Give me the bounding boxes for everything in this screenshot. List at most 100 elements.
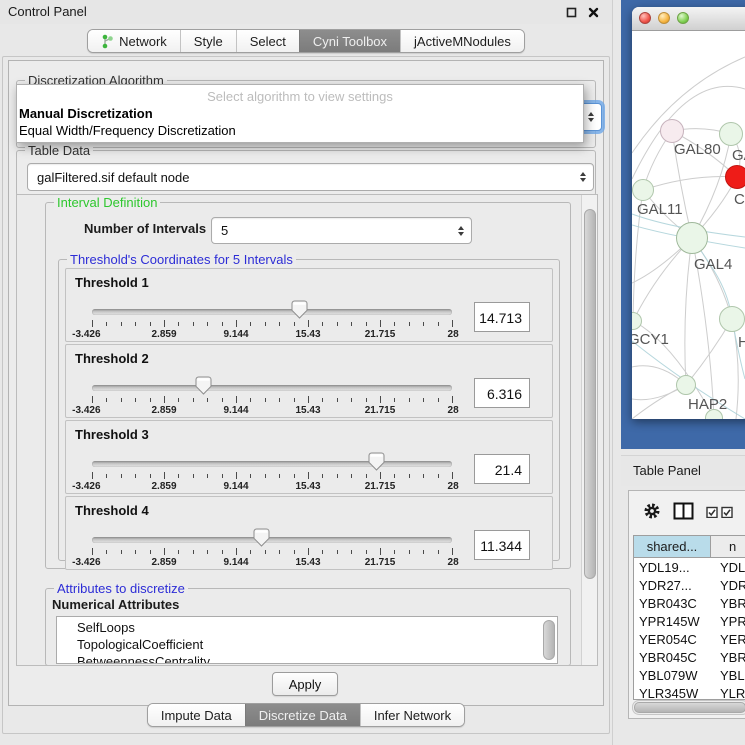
slider-thumb-icon[interactable]: [291, 300, 308, 319]
number-of-intervals-combobox[interactable]: 5: [211, 217, 472, 244]
slider-tick-labels: -3.4262.8599.14415.4321.71528: [92, 405, 452, 417]
column-header-shared-name[interactable]: shared...: [634, 536, 711, 557]
threshold-slider[interactable]: -3.4262.8599.14415.4321.71528: [92, 421, 452, 493]
tab-label: Cyni Toolbox: [313, 34, 387, 49]
table-row[interactable]: YBR045CYBR0: [634, 648, 745, 666]
table-panel: shared... n YDL19...YDL1YDR27...YDR2YBR0…: [628, 490, 745, 719]
bottom-tab-bar: Impute DataDiscretize Data Infer Network: [3, 703, 609, 727]
cell-shared-name[interactable]: YBR045C: [634, 650, 711, 665]
control-panel-titlebar: Control Panel: [0, 0, 612, 24]
cell-name[interactable]: YBL0: [711, 668, 745, 683]
network-node-gal4[interactable]: [676, 222, 708, 254]
apply-button[interactable]: Apply: [272, 672, 338, 696]
network-node-c[interactable]: [725, 165, 745, 189]
column-header-name[interactable]: n: [711, 536, 745, 557]
cell-shared-name[interactable]: YBL079W: [634, 668, 711, 683]
slider-track[interactable]: [92, 537, 452, 543]
threshold-value-field[interactable]: 21.4: [474, 454, 530, 484]
node-label: GCY1: [632, 331, 669, 348]
slider-track[interactable]: [92, 385, 452, 391]
minimize-window-icon[interactable]: [658, 12, 670, 24]
cell-name[interactable]: YDR2: [711, 578, 745, 593]
algorithm-option[interactable]: Equal Width/Frequency Discretization: [17, 122, 583, 139]
scrollbar-thumb[interactable]: [584, 209, 596, 579]
attribute-list-item[interactable]: SelfLoops: [57, 619, 557, 636]
settings-vertical-scrollbar[interactable]: [581, 195, 597, 665]
table-row[interactable]: YER054CYER0: [634, 630, 745, 648]
network-window[interactable]: GAL80GACGAL11GAL4GCY1HHAP2: [632, 7, 745, 419]
gear-icon[interactable]: [643, 502, 661, 523]
tab-network[interactable]: Network: [88, 30, 180, 52]
cell-name[interactable]: YDL1: [711, 560, 745, 575]
zoom-window-icon[interactable]: [677, 12, 689, 24]
table-data-combobox[interactable]: galFiltered.sif default node: [27, 163, 594, 191]
cell-shared-name[interactable]: YDL19...: [634, 560, 711, 575]
hscrollbar-thumb[interactable]: [634, 702, 745, 713]
attribute-list-item[interactable]: BetweennessCentrality: [57, 653, 557, 664]
threshold-value-field[interactable]: 6.316: [474, 378, 530, 408]
attribute-items: SelfLoopsTopologicalCoefficientBetweenne…: [57, 617, 557, 664]
cell-shared-name[interactable]: YBR043C: [634, 596, 711, 611]
threshold-slider[interactable]: -3.4262.8599.14415.4321.71528: [92, 269, 452, 341]
algorithm-dropdown-popup: Select algorithm to view settings Manual…: [16, 84, 584, 143]
network-node-gal80[interactable]: [660, 119, 684, 143]
network-node-hap2[interactable]: [676, 375, 696, 395]
cell-name[interactable]: YBR0: [711, 650, 745, 665]
cell-name[interactable]: YBR0: [711, 596, 745, 611]
tab-label: Network: [119, 34, 167, 49]
algorithm-option[interactable]: Manual Discretization: [17, 105, 583, 122]
cell-name[interactable]: YPR1: [711, 614, 745, 629]
threshold-slider[interactable]: -3.4262.8599.14415.4321.71528: [92, 497, 452, 569]
settings-scrollpane: Interval Definition Number of Intervals …: [16, 194, 598, 666]
tab-select[interactable]: Select: [236, 30, 299, 52]
slider-thumb-icon[interactable]: [368, 452, 385, 471]
close-window-icon[interactable]: [639, 12, 651, 24]
network-window-titlebar[interactable]: [632, 7, 745, 31]
tab-jactivemnodules[interactable]: jActiveMNodules: [400, 30, 524, 52]
table-row[interactable]: YLR345WYLR3: [634, 684, 745, 700]
thresholds-group: Threshold's Coordinates for 5 Intervals …: [58, 259, 560, 561]
slider-thumb-icon[interactable]: [253, 528, 270, 547]
list-scrollbar-thumb[interactable]: [543, 620, 555, 660]
float-window-button[interactable]: [564, 5, 578, 19]
table-row[interactable]: YBL079WYBL0: [634, 666, 745, 684]
tab-cyni-toolbox[interactable]: Cyni Toolbox: [299, 30, 400, 52]
threshold-slider[interactable]: -3.4262.8599.14415.4321.71528: [92, 345, 452, 417]
attribute-list-item[interactable]: TopologicalCoefficient: [57, 636, 557, 653]
table-panel-title: Table Panel: [633, 463, 701, 478]
network-node-h[interactable]: [719, 306, 745, 332]
network-canvas[interactable]: GAL80GACGAL11GAL4GCY1HHAP2: [632, 31, 745, 419]
slider-track[interactable]: [92, 461, 452, 467]
select-all-icons[interactable]: [706, 506, 733, 518]
cell-name[interactable]: YLR3: [711, 686, 745, 701]
table-row[interactable]: YDL19...YDL1: [634, 558, 745, 576]
control-panel: Control Panel Network StyleSelect Cyni Too…: [0, 0, 613, 745]
cell-shared-name[interactable]: YPR145W: [634, 614, 711, 629]
cell-shared-name[interactable]: YLR345W: [634, 686, 711, 701]
slider-ticks: [92, 396, 452, 405]
network-node-ga[interactable]: [719, 122, 743, 146]
network-node-gal11[interactable]: [632, 179, 654, 201]
tab-label: Infer Network: [374, 708, 451, 723]
cell-shared-name[interactable]: YDR27...: [634, 578, 711, 593]
close-panel-button[interactable]: [586, 5, 600, 19]
algorithm-prompt-item[interactable]: Select algorithm to view settings: [17, 85, 583, 105]
apply-button-label: Apply: [289, 677, 322, 692]
cell-name[interactable]: YER0: [711, 632, 745, 647]
threshold-value-field[interactable]: 14.713: [474, 302, 530, 332]
numerical-attributes-list[interactable]: SelfLoopsTopologicalCoefficientBetweenne…: [56, 616, 558, 664]
tab-infer-network[interactable]: Infer Network: [360, 704, 464, 726]
table-row[interactable]: YBR043CYBR0: [634, 594, 745, 612]
table-row[interactable]: YPR145WYPR1: [634, 612, 745, 630]
tab-discretize-data[interactable]: Discretize Data: [245, 704, 360, 726]
slider-track[interactable]: [92, 309, 452, 315]
table-row[interactable]: YDR27...YDR2: [634, 576, 745, 594]
cell-shared-name[interactable]: YER054C: [634, 632, 711, 647]
screen: Control Panel Network StyleSelect Cyni Too…: [0, 0, 745, 745]
columns-icon[interactable]: [673, 502, 694, 523]
table-horizontal-scrollbar[interactable]: [632, 700, 745, 715]
tab-style[interactable]: Style: [180, 30, 236, 52]
tab-impute-data[interactable]: Impute Data: [148, 704, 245, 726]
threshold-value-field[interactable]: 11.344: [474, 530, 530, 560]
slider-thumb-icon[interactable]: [195, 376, 212, 395]
